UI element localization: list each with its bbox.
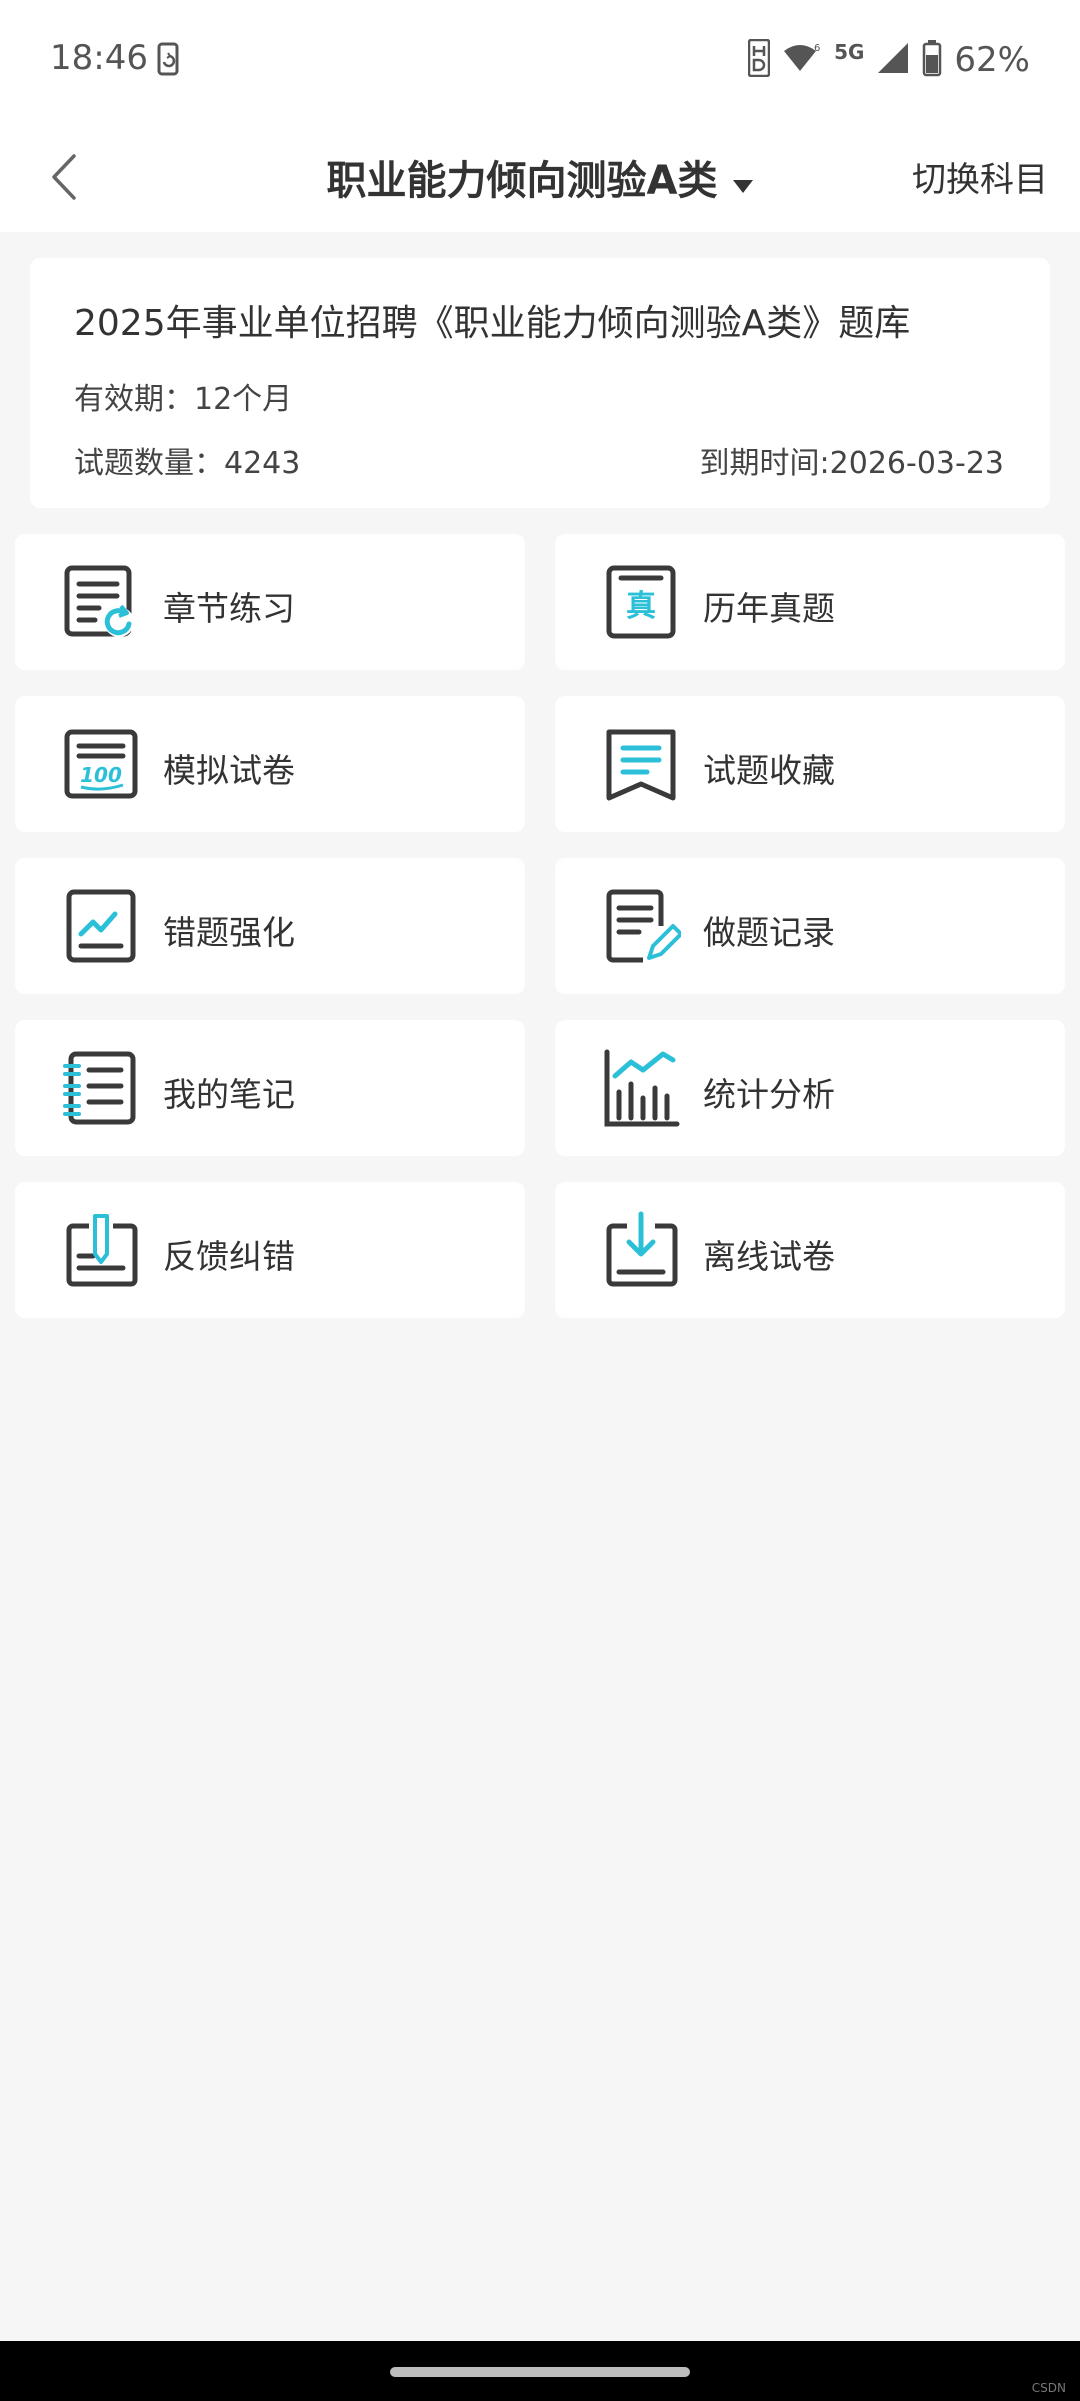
app-header: 职业能力倾向测验A类 切换科目: [0, 120, 1080, 232]
menu-feedback[interactable]: 反馈纠错: [15, 1182, 525, 1318]
status-time: 18:46: [50, 38, 148, 78]
menu-label: 我的笔记: [163, 1075, 295, 1114]
watermark-badge: CSDN: [1031, 2381, 1066, 2395]
practice-record-icon: [601, 886, 683, 966]
menu-bookmarks[interactable]: 试题收藏: [555, 696, 1065, 832]
bookmark-icon: [601, 724, 681, 804]
menu-practice-record[interactable]: 做题记录: [555, 858, 1065, 994]
signal-icon: [876, 41, 910, 79]
system-nav-bar: CSDN: [0, 2341, 1080, 2401]
wifi-6-icon: 6: [782, 41, 822, 79]
caret-down-icon: [733, 180, 754, 193]
battery-icon: [922, 39, 942, 81]
menu-label: 历年真题: [703, 589, 835, 628]
menu-label: 统计分析: [703, 1075, 835, 1114]
menu-label: 反馈纠错: [163, 1237, 295, 1276]
menu-label: 离线试卷: [703, 1237, 835, 1276]
menu-past-exams[interactable]: 真 历年真题: [555, 534, 1065, 670]
network-type: 5G: [834, 40, 865, 64]
menu-chapter-practice[interactable]: 章节练习: [15, 534, 525, 670]
menu-label: 错题强化: [163, 913, 295, 952]
svg-text:6: 6: [814, 43, 820, 54]
battery-level: 62%: [954, 40, 1030, 80]
status-icons: 6 5G 62%: [747, 36, 1030, 84]
hd-icon: [747, 38, 771, 81]
feedback-icon: [61, 1210, 141, 1290]
svg-text:真: 真: [626, 589, 656, 624]
statistics-icon: [601, 1048, 681, 1128]
past-exams-icon: 真: [601, 562, 681, 642]
menu-label: 章节练习: [163, 589, 295, 628]
svg-text:100: 100: [80, 763, 122, 787]
offline-download-icon: [601, 1210, 681, 1290]
validity-period: 有效期：12个月: [74, 382, 293, 417]
question-count: 试题数量：4243: [74, 446, 301, 481]
menu-label: 模拟试卷: [163, 751, 295, 790]
menu-label: 试题收藏: [703, 751, 835, 790]
question-bank-card: 2025年事业单位招聘《职业能力倾向测验A类》题库 有效期：12个月 试题数量：…: [30, 258, 1050, 508]
menu-wrong-questions[interactable]: 错题强化: [15, 858, 525, 994]
home-indicator[interactable]: [390, 2367, 690, 2377]
menu-label: 做题记录: [703, 913, 835, 952]
mock-exam-icon: 100: [61, 724, 141, 804]
phone-rotate-icon: [154, 42, 184, 82]
chapter-practice-icon: [61, 562, 141, 642]
menu-offline-exam[interactable]: 离线试卷: [555, 1182, 1065, 1318]
menu-mock-exam[interactable]: 100 模拟试卷: [15, 696, 525, 832]
wrong-questions-icon: [61, 886, 141, 966]
menu-my-notes[interactable]: 我的笔记: [15, 1020, 525, 1156]
notes-icon: [61, 1048, 141, 1128]
page-title: 职业能力倾向测验A类: [326, 158, 718, 204]
switch-subject-button[interactable]: 切换科目: [912, 152, 1048, 201]
menu-statistics[interactable]: 统计分析: [555, 1020, 1065, 1156]
expiry-date: 到期时间:2026-03-23: [699, 446, 1004, 481]
status-bar: 18:46 6 5G 62%: [0, 0, 1080, 120]
bank-title: 2025年事业单位招聘《职业能力倾向测验A类》题库: [74, 303, 911, 344]
